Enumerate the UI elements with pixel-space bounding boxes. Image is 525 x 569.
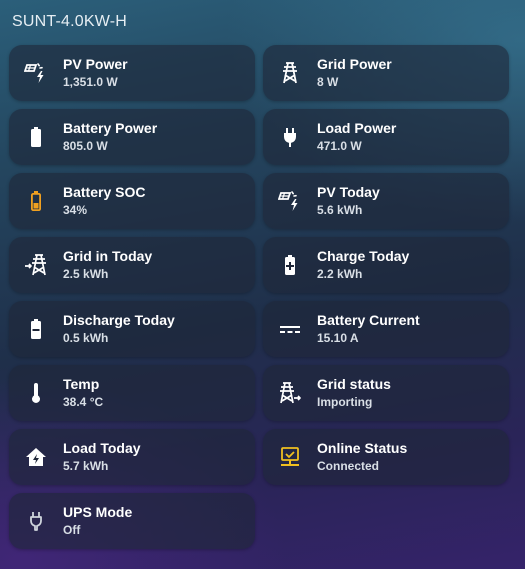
tile-battery-power[interactable]: Battery Power 805.0 W (9, 109, 255, 165)
tile-name: Grid status (317, 375, 391, 392)
tile-load-today[interactable]: Load Today 5.7 kWh (9, 429, 255, 485)
battery-discharge-icon (9, 301, 63, 357)
tile-state: 0.5 kWh (63, 330, 109, 345)
tile-online-status[interactable]: Online Status Connected (263, 429, 509, 485)
tile-name: Discharge Today (63, 311, 175, 328)
battery-charging-icon (263, 237, 317, 293)
tile-name: Grid in Today (63, 247, 153, 264)
battery-low-icon (9, 173, 63, 229)
tile-charge-today[interactable]: Charge Today 2.2 kWh (263, 237, 509, 293)
current-dc-icon (263, 301, 317, 357)
tile-battery-soc[interactable]: Battery SOC 34% (9, 173, 255, 229)
tile-pv-power[interactable]: PV Power 1,351.0 W (9, 45, 255, 101)
tile-name: Grid Power (317, 55, 392, 72)
transmission-tower-export-icon (263, 365, 317, 421)
solar-power-icon (263, 173, 317, 229)
tile-state: 8 W (317, 74, 339, 89)
tile-name: UPS Mode (63, 503, 133, 520)
tile-name: Battery Current (317, 311, 420, 328)
battery-icon (9, 109, 63, 165)
tile-grid-in-today[interactable]: Grid in Today 2.5 kWh (9, 237, 255, 293)
tile-state: 805.0 W (63, 138, 108, 153)
home-lightning-icon (9, 429, 63, 485)
monitor-check-icon (263, 429, 317, 485)
dashboard-title: SUNT-4.0KW-H (12, 13, 128, 30)
tile-state: 38.4 °C (63, 394, 104, 409)
tile-load-power[interactable]: Load Power 471.0 W (263, 109, 509, 165)
tile-state: 2.5 kWh (63, 266, 109, 281)
power-plug-off-icon (9, 493, 63, 549)
tile-battery-current[interactable]: Battery Current 15.10 A (263, 301, 509, 357)
tile-state: Off (63, 522, 81, 537)
tile-discharge-today[interactable]: Discharge Today 0.5 kWh (9, 301, 255, 357)
tile-name: Load Power (317, 119, 397, 136)
tile-state: 34% (63, 202, 88, 217)
tile-name: Online Status (317, 439, 408, 456)
tile-name: PV Power (63, 55, 128, 72)
tile-temp[interactable]: Temp 38.4 °C (9, 365, 255, 421)
thermometer-icon (9, 365, 63, 421)
tile-name: Load Today (63, 439, 141, 456)
tile-name: PV Today (317, 183, 380, 200)
tile-state: 5.6 kWh (317, 202, 363, 217)
solar-power-icon (9, 45, 63, 101)
tile-state: 2.2 kWh (317, 266, 363, 281)
power-plug-icon (263, 109, 317, 165)
transmission-tower-import-icon (9, 237, 63, 293)
tile-grid-status[interactable]: Grid status Importing (263, 365, 509, 421)
tile-name: Charge Today (317, 247, 410, 264)
tile-state: 15.10 A (317, 330, 359, 345)
tile-grid-power[interactable]: Grid Power 8 W (263, 45, 509, 101)
tile-state: 471.0 W (317, 138, 362, 153)
tile-state: 1,351.0 W (63, 74, 118, 89)
tile-pv-today[interactable]: PV Today 5.6 kWh (263, 173, 509, 229)
tile-name: Battery Power (63, 119, 158, 136)
tile-name: Temp (63, 375, 100, 392)
transmission-tower-icon (263, 45, 317, 101)
tile-state: 5.7 kWh (63, 458, 109, 473)
tile-ups-mode[interactable]: UPS Mode Off (9, 493, 255, 549)
tile-name: Battery SOC (63, 183, 146, 200)
tile-state: Importing (317, 394, 373, 409)
tile-state: Connected (317, 458, 380, 473)
